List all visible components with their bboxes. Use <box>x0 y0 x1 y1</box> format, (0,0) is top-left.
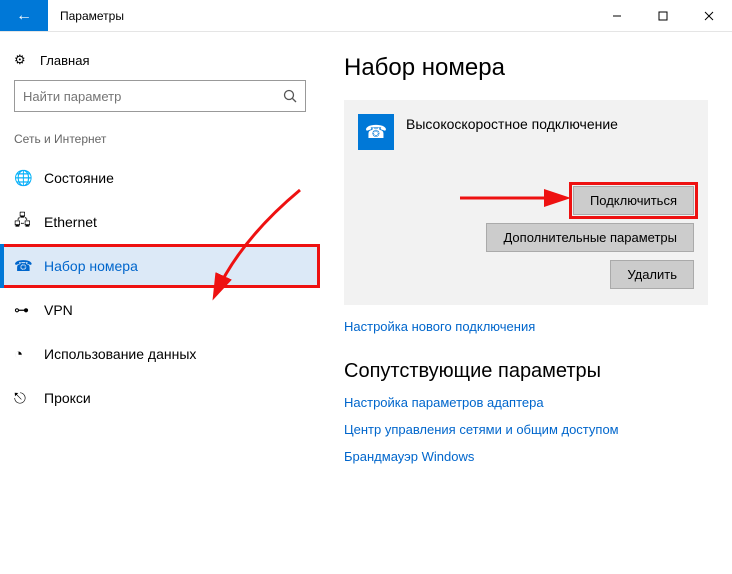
back-button[interactable]: ← <box>0 0 48 31</box>
search-input[interactable] <box>23 89 297 104</box>
phone-icon: ☎ <box>14 257 44 275</box>
vpn-icon: ⊶ <box>14 301 44 319</box>
sidebar-item-dialup[interactable]: ☎ Набор номера <box>0 244 320 288</box>
sidebar-item-status[interactable]: 🌐 Состояние <box>0 156 320 200</box>
sidebar-item-datausage[interactable]: ◔ Использование данных <box>0 332 320 376</box>
gear-icon: ⚙ <box>14 52 40 68</box>
connection-panel: ☎ Высокоскоростное подключение Подключит… <box>344 100 708 305</box>
window-controls <box>594 0 732 31</box>
search-icon <box>283 89 297 103</box>
sidebar-home[interactable]: ⚙ Главная <box>0 44 320 80</box>
maximize-icon <box>658 11 668 21</box>
globe-icon: 🌐 <box>14 169 44 187</box>
related-link-firewall[interactable]: Брандмауэр Windows <box>344 449 708 464</box>
sidebar-item-vpn[interactable]: ⊶ VPN <box>0 288 320 332</box>
connection-name[interactable]: Высокоскоростное подключение <box>406 114 618 132</box>
search-box[interactable] <box>14 80 306 112</box>
related-link-sharing[interactable]: Центр управления сетями и общим доступом <box>344 422 708 437</box>
arrow-left-icon: ← <box>16 7 32 25</box>
sidebar-item-label: Набор номера <box>44 258 138 274</box>
maximize-button[interactable] <box>640 0 686 31</box>
sidebar-home-label: Главная <box>40 53 89 68</box>
close-icon <box>704 11 714 21</box>
connect-button[interactable]: Подключиться <box>573 186 694 215</box>
sidebar-item-label: Ethernet <box>44 214 97 230</box>
sidebar-item-label: Прокси <box>44 390 91 406</box>
related-link-adapter[interactable]: Настройка параметров адаптера <box>344 395 708 410</box>
titlebar: ← Параметры <box>0 0 732 32</box>
data-usage-icon: ◔ <box>14 346 44 363</box>
new-connection-link[interactable]: Настройка нового подключения <box>344 319 708 334</box>
main-pane: Набор номера ☎ Высокоскоростное подключе… <box>320 32 732 574</box>
close-button[interactable] <box>686 0 732 31</box>
sidebar-item-proxy[interactable]: ⎋ Прокси <box>0 376 320 420</box>
window-title: Параметры <box>48 0 136 31</box>
sidebar: ⚙ Главная Сеть и Интернет 🌐 Состояние 🖧 … <box>0 32 320 574</box>
minimize-icon <box>612 11 622 21</box>
advanced-button[interactable]: Дополнительные параметры <box>486 223 694 252</box>
connection-icon: ☎ <box>358 114 394 150</box>
related-title: Сопутствующие параметры <box>344 360 708 383</box>
ethernet-icon: 🖧 <box>14 210 44 235</box>
sidebar-item-label: Состояние <box>44 170 114 186</box>
page-title: Набор номера <box>344 54 708 82</box>
sidebar-category: Сеть и Интернет <box>0 128 320 156</box>
sidebar-item-ethernet[interactable]: 🖧 Ethernet <box>0 200 320 244</box>
sidebar-item-label: VPN <box>44 302 73 318</box>
proxy-icon: ⎋ <box>14 390 44 407</box>
minimize-button[interactable] <box>594 0 640 31</box>
delete-button[interactable]: Удалить <box>610 260 694 289</box>
sidebar-item-label: Использование данных <box>44 346 196 362</box>
